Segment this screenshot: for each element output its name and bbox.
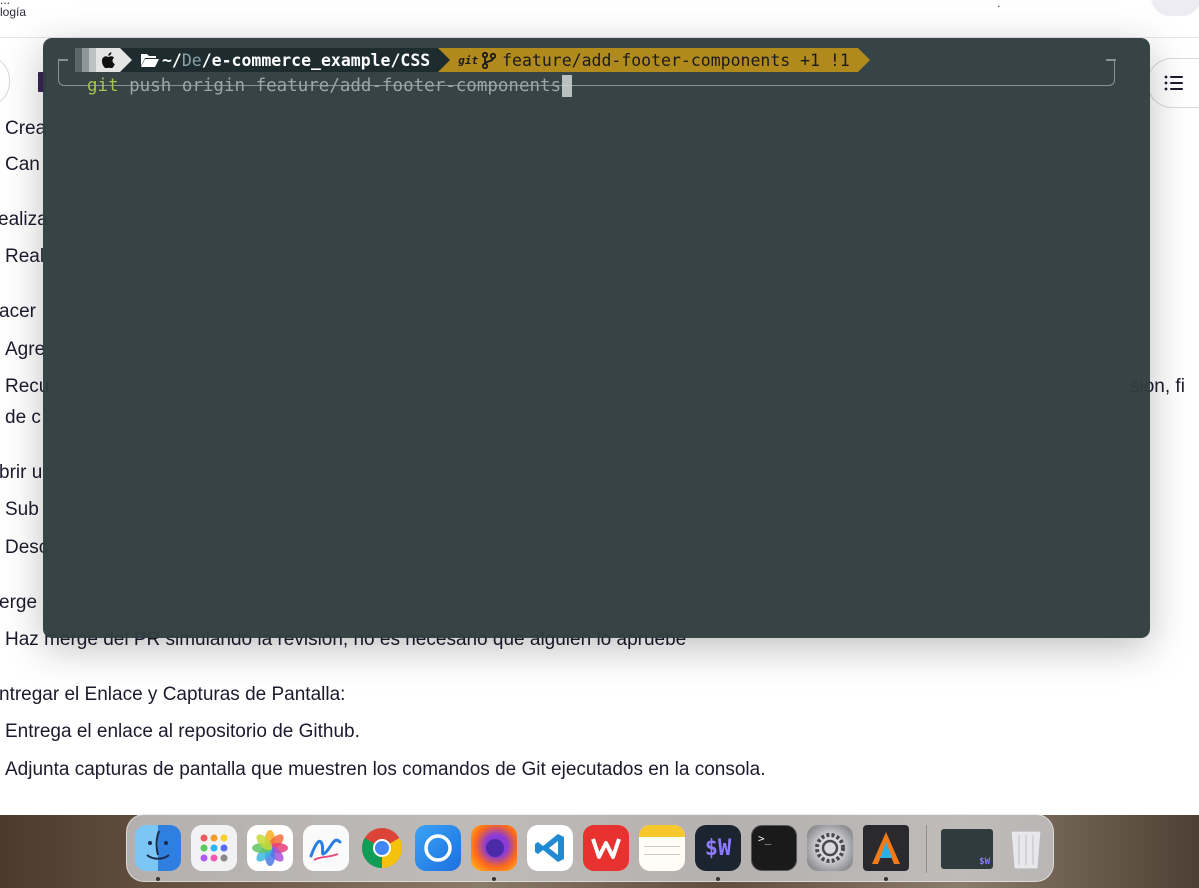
finder-icon[interactable] bbox=[135, 825, 181, 871]
running-indicator bbox=[716, 877, 720, 881]
terminal-label: >_ bbox=[758, 832, 772, 845]
vscode-icon[interactable] bbox=[527, 825, 573, 871]
fade-block bbox=[89, 48, 96, 72]
section-heading: ntregar el Enlace y Capturas de Pantalla… bbox=[0, 684, 346, 705]
list-item: Real bbox=[5, 246, 45, 267]
apple-icon bbox=[102, 52, 115, 68]
path-dim: De bbox=[181, 50, 202, 70]
section-heading: acer bbox=[0, 301, 36, 322]
git-segment: git feature/add-footer-components +1 !1 bbox=[450, 48, 858, 72]
freeform-icon[interactable] bbox=[303, 825, 349, 871]
window-preview-label: $W bbox=[979, 857, 990, 867]
launchpad-icon[interactable] bbox=[191, 825, 237, 871]
dock-separator bbox=[926, 825, 927, 873]
alacritty-icon[interactable] bbox=[863, 825, 909, 871]
site-header: ... logía . bbox=[0, 0, 1199, 38]
logo-line-2: logía bbox=[0, 5, 27, 19]
command-name: git bbox=[87, 76, 119, 96]
back-button[interactable] bbox=[0, 55, 10, 107]
command-args: push origin feature/add-footer-component… bbox=[118, 76, 562, 96]
running-indicator bbox=[492, 877, 496, 881]
git-branch-icon bbox=[482, 51, 497, 69]
warp-label: $W bbox=[704, 835, 732, 861]
os-segment bbox=[96, 48, 120, 72]
separator bbox=[857, 48, 870, 72]
terminal-window[interactable]: ~/De/e-commerce_example/CSS git feature/… bbox=[43, 38, 1150, 638]
notes-icon[interactable] bbox=[639, 825, 685, 871]
section-heading: ealiza bbox=[0, 209, 48, 230]
dock: $W >_ $W bbox=[126, 814, 1054, 882]
fade-block bbox=[75, 48, 82, 72]
list-menu-icon bbox=[1164, 75, 1183, 91]
avatar[interactable] bbox=[1151, 0, 1199, 16]
path-segment: ~/De/e-commerce_example/CSS bbox=[132, 48, 439, 72]
messenger-icon[interactable] bbox=[415, 825, 461, 871]
list-item: Can bbox=[5, 154, 40, 175]
list-item: Crea bbox=[5, 118, 47, 139]
section-heading: erge bbox=[0, 592, 38, 613]
photos-icon[interactable] bbox=[247, 825, 293, 871]
header-dot: . bbox=[997, 0, 1001, 10]
path-prefix: ~/ bbox=[162, 50, 182, 70]
list-item: Adjunta capturas de pantalla que muestre… bbox=[5, 759, 766, 780]
fade-block bbox=[82, 48, 89, 72]
list-item: Agre bbox=[5, 339, 46, 360]
list-item: Entrega el enlace al repositorio de Gith… bbox=[5, 721, 360, 742]
chrome-icon[interactable] bbox=[359, 825, 405, 871]
branch-status: feature/add-footer-components +1 !1 bbox=[502, 50, 850, 70]
wps-icon[interactable] bbox=[583, 825, 629, 871]
notes-header bbox=[639, 825, 685, 837]
separator bbox=[120, 48, 132, 72]
section-heading: brir u bbox=[0, 462, 43, 483]
path-rest: /e-commerce_example/CSS bbox=[201, 50, 431, 70]
powerline-prompt: ~/De/e-commerce_example/CSS git feature/… bbox=[75, 48, 870, 72]
list-item: Sub bbox=[5, 499, 39, 520]
menu-button[interactable] bbox=[1147, 58, 1199, 108]
firefox-icon[interactable] bbox=[471, 825, 517, 871]
separator bbox=[438, 48, 451, 72]
settings-icon[interactable] bbox=[807, 825, 853, 871]
warp-icon[interactable]: $W bbox=[695, 825, 741, 871]
trash-icon[interactable] bbox=[1003, 825, 1049, 871]
running-indicator bbox=[884, 877, 888, 881]
git-logo-icon: git bbox=[458, 53, 479, 67]
command-input[interactable]: git push origin feature/add-footer-compo… bbox=[87, 74, 573, 98]
window-preview-icon[interactable]: $W bbox=[941, 829, 993, 869]
list-item: Desc bbox=[5, 537, 49, 558]
list-item-continuation: de c bbox=[5, 407, 41, 428]
terminal-icon[interactable]: >_ bbox=[751, 825, 797, 871]
folder-open-icon bbox=[141, 54, 159, 67]
notes-line bbox=[644, 854, 680, 855]
text-cursor bbox=[562, 75, 573, 97]
site-logo[interactable]: ... logía bbox=[0, 0, 26, 18]
notes-line bbox=[644, 846, 680, 847]
running-indicator bbox=[156, 877, 160, 881]
